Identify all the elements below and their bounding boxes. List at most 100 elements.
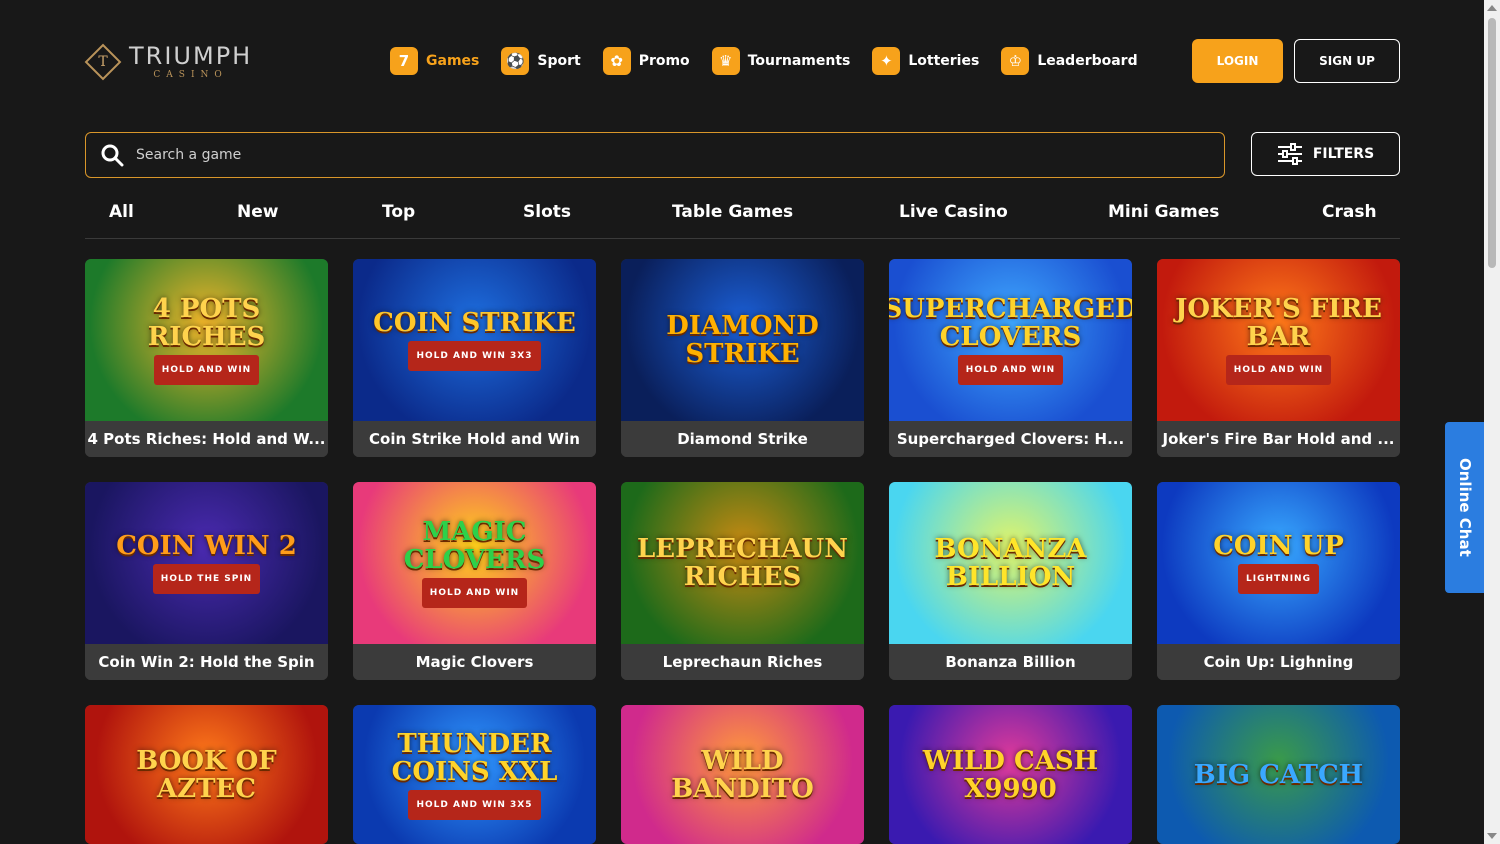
game-art-title: BIG CATCH bbox=[1193, 759, 1364, 790]
game-card[interactable]: MAGIC CLOVERS HOLD AND WIN Magic Clovers bbox=[353, 482, 596, 680]
game-art-subtitle: HOLD AND WIN bbox=[153, 355, 260, 385]
game-card[interactable]: SUPERCHARGED CLOVERS HOLD AND WIN Supercha… bbox=[889, 259, 1132, 457]
logo-mark-icon: T bbox=[84, 43, 122, 81]
game-art-title: SUPERCHARGED CLOVERS HOLD AND WIN bbox=[889, 295, 1132, 385]
signup-button[interactable]: SIGN UP bbox=[1294, 39, 1400, 83]
game-art-subtitle: HOLD AND WIN 3X3 bbox=[408, 341, 541, 371]
game-thumbnail[interactable]: WILD BANDITO bbox=[621, 705, 864, 844]
game-title[interactable]: Joker's Fire Bar Hold and ... bbox=[1157, 421, 1400, 457]
game-thumbnail[interactable]: BONANZA BILLION bbox=[889, 482, 1132, 644]
game-title[interactable]: Coin Win 2: Hold the Spin bbox=[85, 644, 328, 680]
game-art-title: MAGIC CLOVERS HOLD AND WIN bbox=[353, 518, 596, 608]
tab-crash[interactable]: Crash bbox=[1322, 202, 1377, 222]
game-thumbnail[interactable]: THUNDER COINS XXL HOLD AND WIN 3X5 bbox=[353, 705, 596, 844]
game-art-title: WILD BANDITO bbox=[671, 745, 814, 804]
game-title[interactable]: Supercharged Clovers: H... bbox=[889, 421, 1132, 457]
nav-item-leaderboard[interactable]: ♔ Leaderboard bbox=[1001, 47, 1138, 75]
game-thumbnail[interactable]: COIN WIN 2 HOLD THE SPIN bbox=[85, 482, 328, 644]
game-thumbnail[interactable]: COIN STRIKE HOLD AND WIN 3X3 bbox=[353, 259, 596, 421]
gift-icon: ✿ bbox=[602, 47, 631, 75]
game-art-subtitle: HOLD AND WIN bbox=[1225, 355, 1332, 385]
game-title[interactable]: Bonanza Billion bbox=[889, 644, 1132, 680]
game-art-title: COIN WIN 2 HOLD THE SPIN bbox=[106, 532, 307, 594]
game-title[interactable]: Coin Strike Hold and Win bbox=[353, 421, 596, 457]
main-nav: 7 Games ⚽ Sport ✿ Promo ♛ Tournaments ✦ Lotteries… bbox=[390, 46, 1160, 76]
game-card[interactable]: BIG CATCH bbox=[1157, 705, 1400, 844]
nav-item-tournaments[interactable]: ♛ Tournaments bbox=[711, 47, 851, 75]
game-thumbnail[interactable]: LEPRECHAUN RICHES bbox=[621, 482, 864, 644]
game-art-subtitle: HOLD AND WIN bbox=[421, 578, 528, 608]
game-thumbnail[interactable]: BOOK OF AZTEC bbox=[85, 705, 328, 844]
nav-label: Promo bbox=[638, 53, 690, 69]
online-chat-label: Online Chat bbox=[1456, 458, 1474, 557]
online-chat-button[interactable]: Online Chat bbox=[1445, 422, 1485, 593]
filters-button[interactable]: FILTERS bbox=[1251, 132, 1400, 176]
scroll-up-arrow-icon[interactable] bbox=[1487, 5, 1497, 11]
game-art-title: THUNDER COINS XXL HOLD AND WIN 3X5 bbox=[353, 730, 596, 820]
game-art-title: JOKER'S FIRE BAR HOLD AND WIN bbox=[1157, 295, 1400, 385]
game-card[interactable]: LEPRECHAUN RICHES Leprechaun Riches bbox=[621, 482, 864, 680]
game-card[interactable]: JOKER'S FIRE BAR HOLD AND WIN Joker's Fire… bbox=[1157, 259, 1400, 457]
nav-item-lotteries[interactable]: ✦ Lotteries bbox=[872, 47, 979, 75]
game-art-title: BONANZA BILLION bbox=[934, 534, 1087, 592]
nav-item-games[interactable]: 7 Games bbox=[390, 47, 479, 75]
soccer-ball-icon: ⚽ bbox=[501, 47, 530, 75]
game-art-subtitle: HOLD AND WIN 3X5 bbox=[408, 789, 541, 820]
game-thumbnail[interactable]: MAGIC CLOVERS HOLD AND WIN bbox=[353, 482, 596, 644]
game-card[interactable]: BONANZA BILLION Bonanza Billion bbox=[889, 482, 1132, 680]
game-title[interactable]: Leprechaun Riches bbox=[621, 644, 864, 680]
game-art-subtitle: HOLD THE SPIN bbox=[152, 564, 261, 594]
game-thumbnail[interactable]: BIG CATCH bbox=[1157, 705, 1400, 844]
tab-all[interactable]: All bbox=[109, 202, 134, 222]
trophy-icon: ♛ bbox=[711, 47, 740, 75]
search-input[interactable] bbox=[136, 147, 1224, 163]
game-art-title: COIN STRIKE HOLD AND WIN 3X3 bbox=[363, 309, 586, 371]
nav-label: Leaderboard bbox=[1037, 53, 1138, 69]
game-card[interactable]: DIAMOND STRIKE Diamond Strike bbox=[621, 259, 864, 457]
game-art-title: BOOK OF AZTEC bbox=[136, 745, 277, 804]
logo[interactable]: T TRIUMPH CASINO bbox=[84, 40, 260, 84]
search-icon bbox=[101, 144, 124, 167]
page-scrollbar[interactable] bbox=[1484, 0, 1500, 844]
game-title[interactable]: Diamond Strike bbox=[621, 421, 864, 457]
tab-mini-games[interactable]: Mini Games bbox=[1108, 202, 1219, 222]
game-art-title: 4 POTS RICHES HOLD AND WIN bbox=[85, 295, 328, 385]
scroll-down-arrow-icon[interactable] bbox=[1487, 833, 1497, 839]
game-card[interactable]: WILD BANDITO bbox=[621, 705, 864, 844]
game-thumbnail[interactable]: 4 POTS RICHES HOLD AND WIN bbox=[85, 259, 328, 421]
game-thumbnail[interactable]: SUPERCHARGED CLOVERS HOLD AND WIN bbox=[889, 259, 1132, 421]
game-art-subtitle: LIGHTNING bbox=[1238, 564, 1319, 594]
login-button[interactable]: LOGIN bbox=[1192, 39, 1283, 83]
game-card[interactable]: WILD CASH X9990 bbox=[889, 705, 1132, 844]
game-thumbnail[interactable]: WILD CASH X9990 bbox=[889, 705, 1132, 844]
tab-table-games[interactable]: Table Games bbox=[672, 202, 793, 222]
nav-label: Games bbox=[426, 53, 480, 69]
game-thumbnail[interactable]: DIAMOND STRIKE bbox=[621, 259, 864, 421]
tab-new[interactable]: New bbox=[237, 202, 278, 222]
game-art-title: DIAMOND STRIKE bbox=[666, 311, 819, 369]
tab-slots[interactable]: Slots bbox=[523, 202, 571, 222]
game-art-title: WILD CASH X9990 bbox=[922, 745, 1099, 804]
nav-label: Tournaments bbox=[747, 53, 851, 69]
game-art-title: COIN UP LIGHTNING bbox=[1203, 532, 1354, 594]
search-bar[interactable] bbox=[85, 132, 1225, 178]
game-card[interactable]: BOOK OF AZTEC bbox=[85, 705, 328, 844]
tab-top[interactable]: Top bbox=[382, 202, 415, 222]
game-title[interactable]: 4 Pots Riches: Hold and W... bbox=[85, 421, 328, 457]
game-thumbnail[interactable]: JOKER'S FIRE BAR HOLD AND WIN bbox=[1157, 259, 1400, 421]
game-card[interactable]: COIN WIN 2 HOLD THE SPIN Coin Win 2: Hold … bbox=[85, 482, 328, 680]
logo-subtitle: CASINO bbox=[153, 70, 228, 80]
game-title[interactable]: Coin Up: Lighning bbox=[1157, 644, 1400, 680]
game-title[interactable]: Magic Clovers bbox=[353, 644, 596, 680]
game-card[interactable]: 4 POTS RICHES HOLD AND WIN 4 Pots Riches: … bbox=[85, 259, 328, 457]
scroll-thumb[interactable] bbox=[1488, 18, 1496, 268]
game-card[interactable]: COIN STRIKE HOLD AND WIN 3X3 Coin Strike H… bbox=[353, 259, 596, 457]
tab-live-casino[interactable]: Live Casino bbox=[899, 202, 1008, 222]
nav-item-promo[interactable]: ✿ Promo bbox=[602, 47, 690, 75]
game-card[interactable]: THUNDER COINS XXL HOLD AND WIN 3X5 bbox=[353, 705, 596, 844]
game-thumbnail[interactable]: COIN UP LIGHTNING bbox=[1157, 482, 1400, 644]
nav-item-sport[interactable]: ⚽ Sport bbox=[501, 47, 581, 75]
nav-label: Lotteries bbox=[908, 53, 980, 69]
category-tabs: All New Top Slots Table Games Live Casino Mini… bbox=[85, 196, 1400, 239]
game-card[interactable]: COIN UP LIGHTNING Coin Up: Lighning bbox=[1157, 482, 1400, 680]
